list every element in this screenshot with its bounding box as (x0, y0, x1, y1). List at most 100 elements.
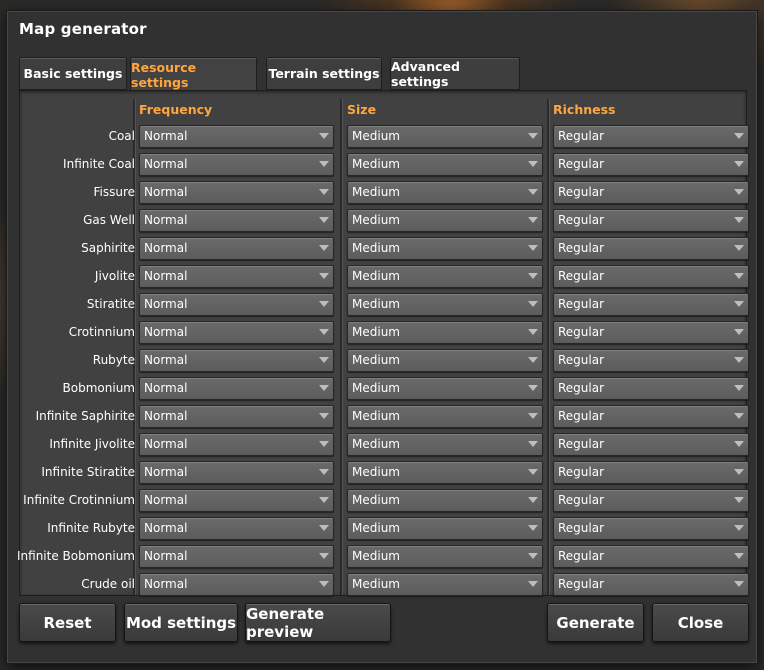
size-dropdown[interactable]: Medium (347, 433, 543, 456)
frequency-dropdown[interactable]: Normal (139, 153, 334, 176)
chevron-down-icon (528, 133, 538, 139)
chevron-down-icon (528, 329, 538, 335)
frequency-dropdown[interactable]: Normal (139, 125, 334, 148)
richness-dropdown[interactable]: Regular (553, 545, 749, 568)
size-dropdown[interactable]: Medium (347, 209, 543, 232)
richness-dropdown[interactable]: Regular (553, 489, 749, 512)
resource-label: Infinite Bobmonium (16, 549, 135, 563)
richness-value: Regular (558, 325, 605, 339)
size-value: Medium (352, 129, 400, 143)
frequency-dropdown[interactable]: Normal (139, 489, 334, 512)
richness-value: Regular (558, 493, 605, 507)
richness-value: Regular (558, 269, 605, 283)
frequency-dropdown[interactable]: Normal (139, 265, 334, 288)
richness-dropdown[interactable]: Regular (553, 433, 749, 456)
resource-label: Infinite Saphirite (35, 409, 135, 423)
resource-label: Rubyte (92, 353, 135, 367)
size-dropdown[interactable]: Medium (347, 321, 543, 344)
frequency-dropdown[interactable]: Normal (139, 377, 334, 400)
mod-settings-button[interactable]: Mod settings (124, 603, 238, 642)
size-dropdown[interactable]: Medium (347, 349, 543, 372)
frequency-dropdown[interactable]: Normal (139, 349, 334, 372)
richness-dropdown[interactable]: Regular (553, 377, 749, 400)
richness-value: Regular (558, 465, 605, 479)
size-dropdown[interactable]: Medium (347, 237, 543, 260)
richness-dropdown[interactable]: Regular (553, 349, 749, 372)
size-dropdown[interactable]: Medium (347, 153, 543, 176)
size-value: Medium (352, 465, 400, 479)
chevron-down-icon (734, 497, 744, 503)
frequency-dropdown[interactable]: Normal (139, 293, 334, 316)
frequency-header: Frequency (139, 102, 213, 117)
richness-dropdown[interactable]: Regular (553, 461, 749, 484)
frequency-dropdown[interactable]: Normal (139, 405, 334, 428)
size-dropdown[interactable]: Medium (347, 125, 543, 148)
richness-dropdown[interactable]: Regular (553, 181, 749, 204)
richness-value: Regular (558, 157, 605, 171)
size-value: Medium (352, 381, 400, 395)
richness-dropdown[interactable]: Regular (553, 293, 749, 316)
chevron-down-icon (734, 273, 744, 279)
size-dropdown[interactable]: Medium (347, 489, 543, 512)
size-dropdown[interactable]: Medium (347, 405, 543, 428)
chevron-down-icon (319, 357, 329, 363)
reset-button[interactable]: Reset (19, 603, 116, 642)
chevron-down-icon (734, 329, 744, 335)
size-dropdown[interactable]: Medium (347, 293, 543, 316)
chevron-down-icon (319, 189, 329, 195)
tab-basic-settings[interactable]: Basic settings (19, 57, 127, 90)
frequency-dropdown[interactable]: Normal (139, 433, 334, 456)
tab-resource-settings[interactable]: Resource settings (130, 57, 257, 92)
richness-value: Regular (558, 381, 605, 395)
frequency-dropdown[interactable]: Normal (139, 517, 334, 540)
richness-dropdown[interactable]: Regular (553, 573, 749, 596)
richness-dropdown[interactable]: Regular (553, 321, 749, 344)
frequency-dropdown[interactable]: Normal (139, 321, 334, 344)
resource-label: Infinite Crotinnium (23, 493, 135, 507)
chevron-down-icon (734, 245, 744, 251)
chevron-down-icon (319, 329, 329, 335)
richness-dropdown[interactable]: Regular (553, 237, 749, 260)
frequency-dropdown[interactable]: Normal (139, 209, 334, 232)
richness-value: Regular (558, 577, 605, 591)
frequency-dropdown[interactable]: Normal (139, 181, 334, 204)
richness-dropdown[interactable]: Regular (553, 209, 749, 232)
resource-label: Jivolite (94, 269, 135, 283)
generate-preview-button[interactable]: Generate preview (245, 603, 391, 642)
frequency-dropdown[interactable]: Normal (139, 573, 334, 596)
frequency-dropdown[interactable]: Normal (139, 461, 334, 484)
generate-button[interactable]: Generate (547, 603, 644, 642)
frequency-value: Normal (144, 157, 188, 171)
chevron-down-icon (734, 413, 744, 419)
tab-terrain-settings[interactable]: Terrain settings (266, 57, 382, 90)
chevron-down-icon (528, 581, 538, 587)
richness-dropdown[interactable]: Regular (553, 125, 749, 148)
frequency-dropdown[interactable]: Normal (139, 237, 334, 260)
richness-dropdown[interactable]: Regular (553, 153, 749, 176)
size-dropdown[interactable]: Medium (347, 461, 543, 484)
chevron-down-icon (734, 301, 744, 307)
frequency-dropdown[interactable]: Normal (139, 545, 334, 568)
size-dropdown[interactable]: Medium (347, 545, 543, 568)
richness-dropdown[interactable]: Regular (553, 405, 749, 428)
tab-advanced-settings[interactable]: Advanced settings (390, 57, 520, 90)
close-button[interactable]: Close (652, 603, 749, 642)
size-dropdown[interactable]: Medium (347, 265, 543, 288)
size-value: Medium (352, 493, 400, 507)
chevron-down-icon (734, 133, 744, 139)
chevron-down-icon (528, 525, 538, 531)
frequency-value: Normal (144, 493, 188, 507)
richness-dropdown[interactable]: Regular (553, 517, 749, 540)
size-value: Medium (352, 549, 400, 563)
size-dropdown[interactable]: Medium (347, 573, 543, 596)
frequency-value: Normal (144, 577, 188, 591)
size-dropdown[interactable]: Medium (347, 181, 543, 204)
resource-label: Infinite Stiratite (41, 465, 135, 479)
chevron-down-icon (528, 469, 538, 475)
size-dropdown[interactable]: Medium (347, 517, 543, 540)
size-value: Medium (352, 157, 400, 171)
size-dropdown[interactable]: Medium (347, 377, 543, 400)
richness-dropdown[interactable]: Regular (553, 265, 749, 288)
chevron-down-icon (734, 525, 744, 531)
chevron-down-icon (734, 553, 744, 559)
